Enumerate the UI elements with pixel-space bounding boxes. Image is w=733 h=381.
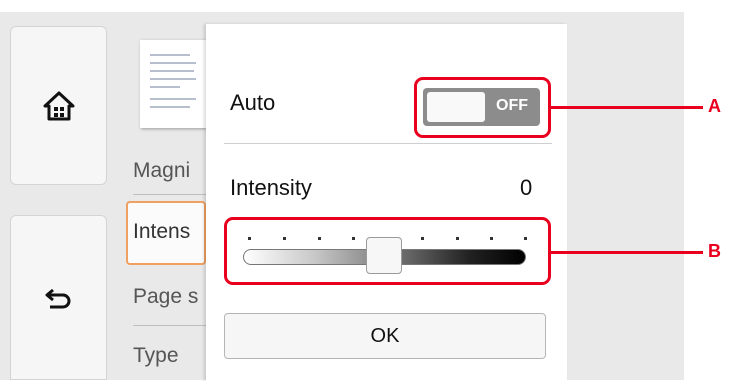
callout-letter-a: A (708, 96, 721, 116)
intensity-value: 0 (520, 175, 533, 200)
menu-divider (133, 194, 207, 195)
callout-box-b (224, 217, 551, 285)
callout-line-a (551, 106, 703, 109)
callout-box-a (414, 77, 551, 138)
auto-label: Auto (230, 90, 276, 115)
document-thumbnail (140, 40, 206, 128)
back-button[interactable] (10, 215, 107, 380)
menu-item-intensity-label: Intens (133, 220, 191, 243)
callout-letter-b: B (708, 241, 721, 261)
menu-divider (133, 325, 207, 326)
menu-item-type[interactable]: Type (133, 344, 207, 368)
dialog-divider (224, 143, 552, 144)
home-button[interactable] (10, 26, 107, 185)
home-icon (43, 91, 74, 120)
callout-line-b (551, 251, 703, 254)
menu-item-page-size[interactable]: Page s (133, 285, 207, 309)
back-arrow-icon (45, 288, 70, 308)
intensity-label: Intensity (230, 175, 312, 200)
ok-button[interactable]: OK (224, 313, 546, 359)
menu-item-intensity[interactable]: Intens (126, 201, 206, 265)
menu-item-magnification[interactable]: Magni (133, 159, 207, 183)
